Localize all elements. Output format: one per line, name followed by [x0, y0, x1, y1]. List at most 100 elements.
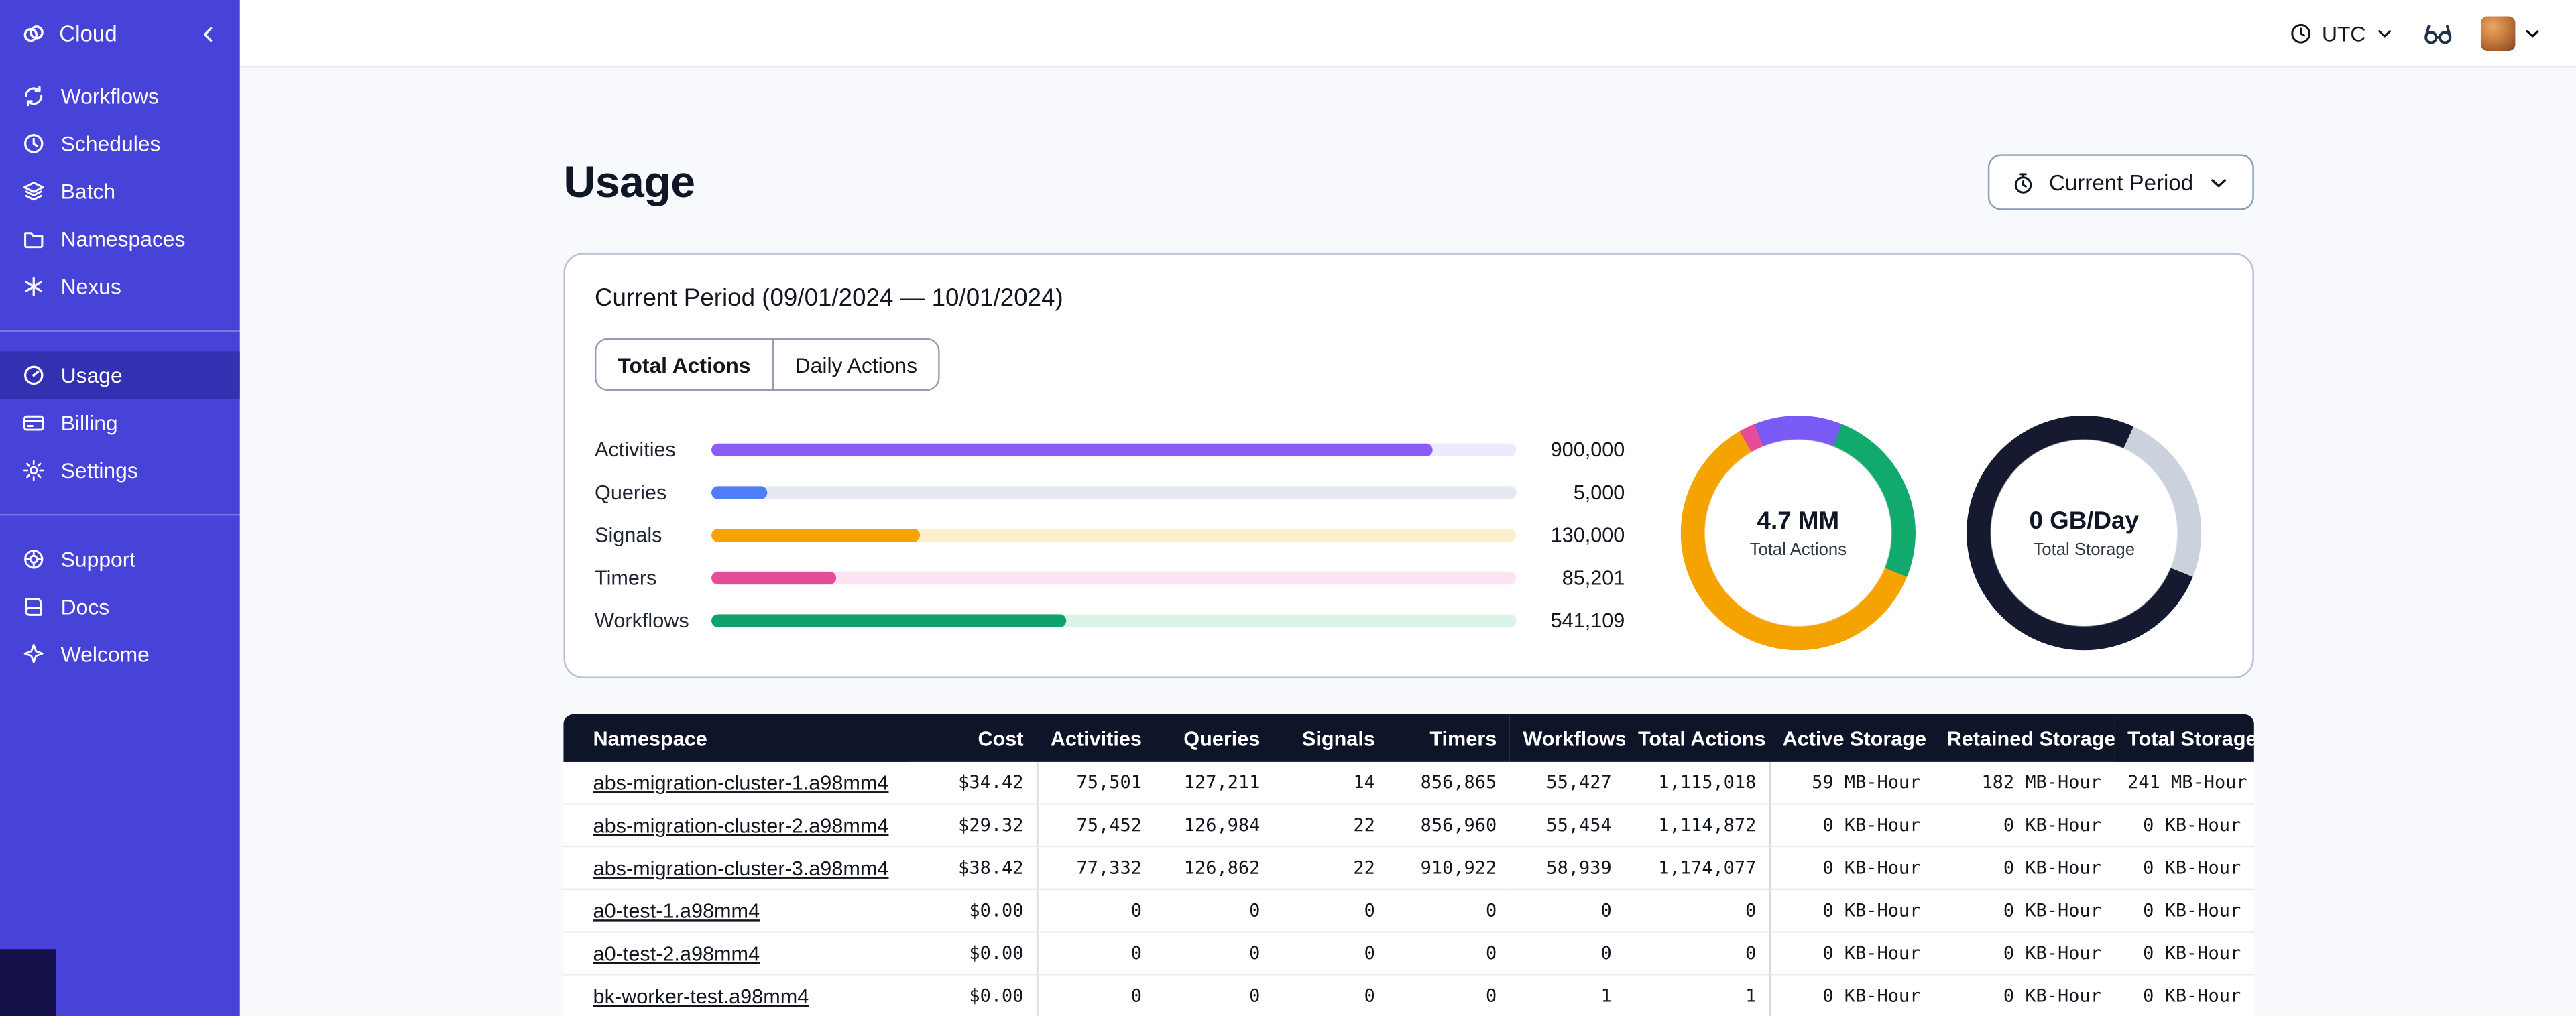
table-row: abs-migration-cluster-3.a98mm4 $38.42 77,3… — [563, 847, 2254, 891]
bar-value: 130,000 — [1550, 523, 1625, 547]
bar-label: Timers — [595, 566, 657, 590]
value-cell: 77,332 — [1037, 847, 1155, 891]
namespace-link[interactable]: abs-migration-cluster-1.a98mm4 — [593, 771, 889, 793]
sidebar-item-label: Settings — [60, 458, 138, 483]
value-cell: 0 — [1273, 932, 1389, 976]
value-cell: $0.00 — [909, 932, 1037, 976]
sidebar-item-settings[interactable]: Settings — [0, 446, 240, 494]
namespace-link[interactable]: a0-test-1.a98mm4 — [593, 899, 760, 922]
value-cell: 1 — [1625, 975, 1769, 1016]
support-icon — [21, 547, 46, 572]
bar-label: Queries — [595, 481, 667, 505]
timezone-selector[interactable]: UTC — [2289, 21, 2396, 45]
value-cell: 0 — [1509, 890, 1625, 933]
sidebar-item-label: Docs — [60, 594, 110, 619]
sidebar-item-support[interactable]: Support — [0, 535, 240, 583]
value-cell: 0 KB-Hour — [1934, 847, 2115, 891]
value-cell: 75,452 — [1037, 804, 1155, 848]
value-cell: 75,501 — [1037, 761, 1155, 805]
value-cell: 0 — [1037, 890, 1155, 933]
value-cell: 0 KB-Hour — [1934, 975, 2115, 1016]
bar-value: 900,000 — [1550, 438, 1625, 462]
topbar: UTC — [239, 0, 2576, 68]
usage-bar-row-queries: Queries 5,000 — [595, 471, 1625, 514]
chevron-down-icon — [2522, 22, 2543, 44]
bar-track — [711, 571, 1517, 585]
app-window: Cloud Workflows Schedules Batch Namespaces N… — [0, 0, 2576, 1016]
sidebar-nav: Workflows Schedules Batch Namespaces Nexus Us… — [0, 72, 240, 678]
sidebar-item-billing[interactable]: Billing — [0, 399, 240, 446]
namespace-cell: a0-test-1.a98mm4 — [563, 890, 909, 933]
schedules-icon — [21, 131, 46, 156]
namespace-link[interactable]: abs-migration-cluster-2.a98mm4 — [593, 814, 889, 836]
value-cell: 0 KB-Hour — [1769, 932, 1934, 976]
total-storage-value: 0 GB/Day — [2029, 506, 2139, 535]
value-cell: 0 — [1625, 890, 1769, 933]
value-cell: 0 — [1509, 932, 1625, 976]
avatar — [2480, 15, 2516, 50]
bar-track — [711, 443, 1517, 457]
main-area: Usage Current Period Current Period (09/… — [239, 67, 2576, 1016]
period-selector-label: Current Period — [2049, 170, 2194, 195]
value-cell: 0 KB-Hour — [2114, 890, 2254, 933]
docs-icon — [21, 594, 46, 619]
table-row: bk-worker-test.a98mm4 $0.00 0 0 0 0 1 1 0 KB-Hou… — [563, 975, 2254, 1016]
usage-bar-row-workflows: Workflows 541,109 — [595, 599, 1625, 642]
sidebar-item-welcome[interactable]: Welcome — [0, 631, 240, 678]
value-cell: 1 — [1509, 975, 1625, 1016]
brand-label: Cloud — [59, 21, 117, 46]
billing-icon — [21, 411, 46, 436]
current-period-card: Current Period (09/01/2024 — 10/01/2024)… — [563, 253, 2254, 678]
tab-total-actions[interactable]: Total Actions — [596, 340, 772, 389]
sidebar-group: Support Docs Welcome — [0, 513, 240, 678]
value-cell: 0 KB-Hour — [1769, 975, 1934, 1016]
sidebar-collapse-button[interactable] — [194, 19, 223, 48]
value-cell: 58,939 — [1509, 847, 1625, 891]
sidebar-item-nexus[interactable]: Nexus — [0, 263, 240, 310]
column-header: Workflows — [1509, 714, 1625, 762]
value-cell: 0 — [1273, 890, 1389, 933]
sidebar-item-label: Usage — [60, 363, 123, 388]
total-storage-donut: 0 GB/Day Total Storage — [1967, 415, 2202, 651]
sidebar-item-usage[interactable]: Usage — [0, 351, 240, 399]
namespace-usage-table: Namespace Cost Activities Queries Signals Tim… — [563, 714, 2254, 1016]
namespace-cell: abs-migration-cluster-2.a98mm4 — [563, 804, 909, 848]
batch-icon — [21, 179, 46, 204]
bar-label: Workflows — [595, 609, 689, 633]
table-header-row: Namespace Cost Activities Queries Signals Tim… — [563, 714, 2254, 762]
workflows-icon — [21, 84, 46, 109]
column-header: Total Actions — [1625, 714, 1769, 762]
value-cell: 0 — [1625, 932, 1769, 976]
tab-daily-actions[interactable]: Daily Actions — [772, 340, 939, 389]
nexus-icon — [21, 274, 46, 299]
bar-value: 85,201 — [1562, 566, 1625, 590]
namespace-link[interactable]: a0-test-2.a98mm4 — [593, 942, 760, 964]
sidebar-item-batch[interactable]: Batch — [0, 168, 240, 215]
value-cell: $34.42 — [909, 761, 1037, 805]
namespace-link[interactable]: bk-worker-test.a98mm4 — [593, 985, 809, 1007]
chevron-down-icon — [2207, 170, 2231, 195]
value-cell: 127,211 — [1155, 761, 1273, 805]
sidebar-item-label: Support — [60, 546, 136, 572]
sidebar-item-schedules[interactable]: Schedules — [0, 120, 240, 168]
value-cell: 856,865 — [1388, 761, 1510, 805]
glasses-icon[interactable] — [2422, 17, 2455, 50]
namespace-link[interactable]: abs-migration-cluster-3.a98mm4 — [593, 856, 889, 879]
value-cell: 0 — [1388, 975, 1510, 1016]
sidebar-item-namespaces[interactable]: Namespaces — [0, 215, 240, 263]
period-selector-button[interactable]: Current Period — [1988, 154, 2254, 210]
sidebar-item-docs[interactable]: Docs — [0, 583, 240, 631]
sidebar-item-workflows[interactable]: Workflows — [0, 72, 240, 120]
table-row: a0-test-1.a98mm4 $0.00 0 0 0 0 0 0 0 KB-Hour 0 KB… — [563, 890, 2254, 933]
sidebar-item-label: Schedules — [60, 131, 161, 156]
value-cell: 0 — [1155, 932, 1273, 976]
total-actions-value: 4.7 MM — [1757, 506, 1840, 535]
table-body: abs-migration-cluster-1.a98mm4 $34.42 75,5… — [563, 761, 2254, 1016]
stopwatch-icon — [2011, 170, 2036, 195]
value-cell: 241 MB-Hour — [2114, 761, 2254, 805]
value-cell: 0 KB-Hour — [2114, 804, 2254, 848]
value-cell: 856,960 — [1388, 804, 1510, 848]
value-cell: 1,114,872 — [1625, 804, 1769, 848]
account-menu[interactable] — [2480, 15, 2543, 50]
value-cell: 0 KB-Hour — [1769, 890, 1934, 933]
